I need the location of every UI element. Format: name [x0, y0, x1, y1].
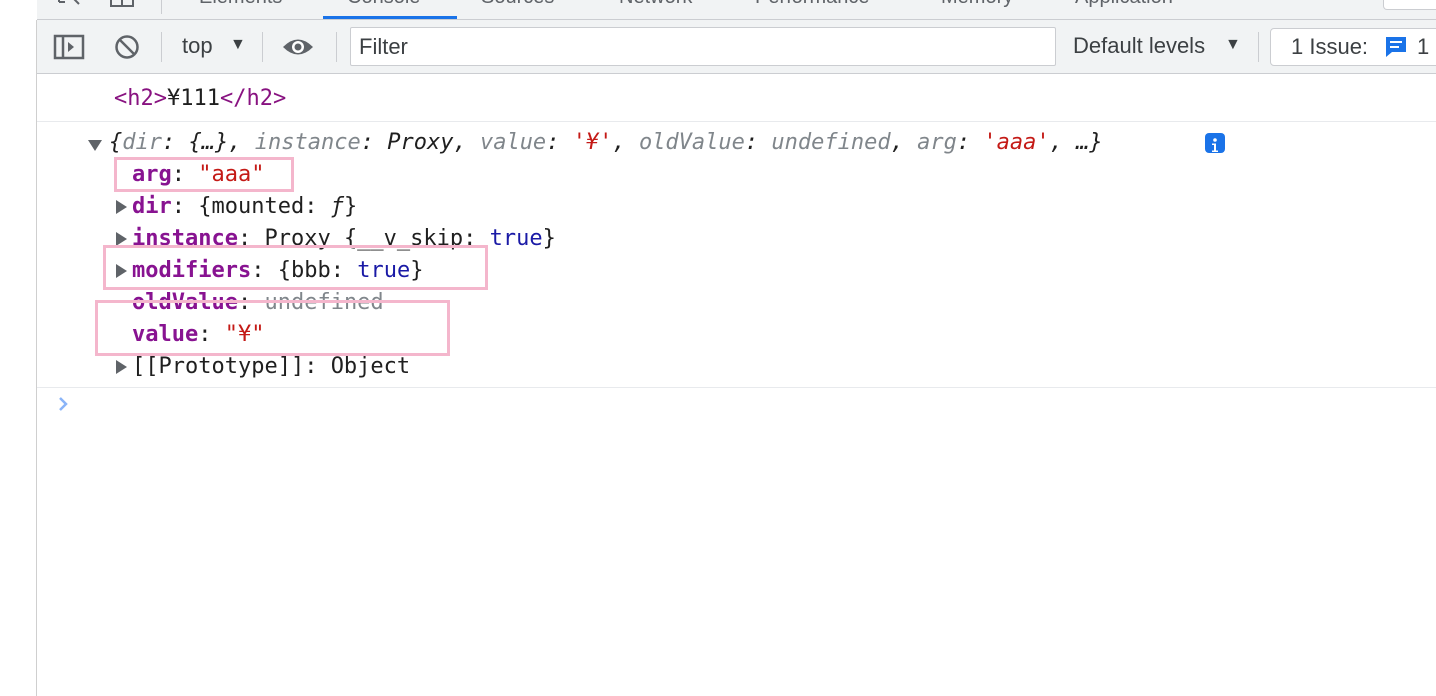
tab-sources[interactable]: Sources	[481, 0, 554, 9]
expand-triangle-icon[interactable]	[116, 360, 127, 374]
issue-message-icon	[1386, 37, 1406, 57]
left-gutter	[0, 0, 36, 696]
issues-button[interactable]: 1 Issue: 1	[1270, 28, 1436, 66]
highlight-box-modifiers	[103, 245, 488, 290]
device-toolbar-icon[interactable]	[109, 0, 135, 12]
sidebar-toggle-icon[interactable]	[53, 34, 85, 60]
devtools-tab-bar: Elements Console Sources Network Perform…	[37, 0, 1436, 20]
toolbar-separator	[262, 32, 263, 62]
highlight-box-value	[95, 300, 450, 356]
console-message-h2[interactable]: <h2>¥111</h2>	[37, 75, 1436, 122]
toolbar-separator	[1258, 32, 1259, 62]
tab-network[interactable]: Network	[619, 0, 692, 9]
chevron-down-icon[interactable]: ▼	[230, 36, 246, 54]
tab-elements[interactable]: Elements	[199, 0, 282, 9]
tab-console[interactable]: Console	[347, 0, 420, 9]
prop-dir[interactable]: dir: {mounted: ƒ}	[132, 191, 357, 223]
inspect-element-icon[interactable]	[57, 0, 83, 12]
h2-close-tag: </h2>	[219, 86, 287, 111]
issues-count: 1	[1417, 34, 1430, 59]
log-levels-dropdown[interactable]: Default levels	[1073, 33, 1205, 59]
expand-triangle-icon[interactable]	[116, 232, 127, 246]
h2-text: ¥111	[166, 86, 220, 111]
live-expression-eye-icon[interactable]	[281, 36, 315, 58]
info-icon[interactable]	[1205, 133, 1225, 153]
more-tabs-button[interactable]	[1383, 0, 1436, 10]
tab-memory[interactable]: Memory	[941, 0, 1013, 9]
context-selector[interactable]: top	[182, 33, 213, 59]
toolbar-separator	[336, 32, 337, 62]
clear-console-icon[interactable]	[114, 34, 140, 60]
issues-label: 1 Issue:	[1291, 34, 1369, 59]
tab-application[interactable]: Application	[1075, 0, 1173, 9]
tab-separator	[161, 0, 162, 14]
active-tab-indicator	[323, 16, 457, 19]
highlight-box-arg	[114, 157, 294, 192]
chevron-down-icon[interactable]: ▼	[1225, 36, 1241, 54]
filter-input[interactable]	[350, 27, 1056, 66]
expand-triangle-icon[interactable]	[116, 200, 127, 214]
object-summary[interactable]: {dir: {…}, instance: Proxy, value: '¥', …	[109, 127, 1103, 159]
toolbar-separator	[161, 32, 162, 62]
h2-element-line[interactable]: <h2>¥111</h2>	[114, 83, 286, 115]
h2-open-tag: <h2>	[114, 86, 167, 111]
console-toolbar: top ▼ Default levels ▼ 1 Issue: 1	[37, 20, 1436, 74]
console-prompt-chevron-icon[interactable]	[57, 395, 71, 413]
expand-triangle-icon[interactable]	[88, 140, 102, 151]
tab-performance[interactable]: Performance	[755, 0, 870, 9]
